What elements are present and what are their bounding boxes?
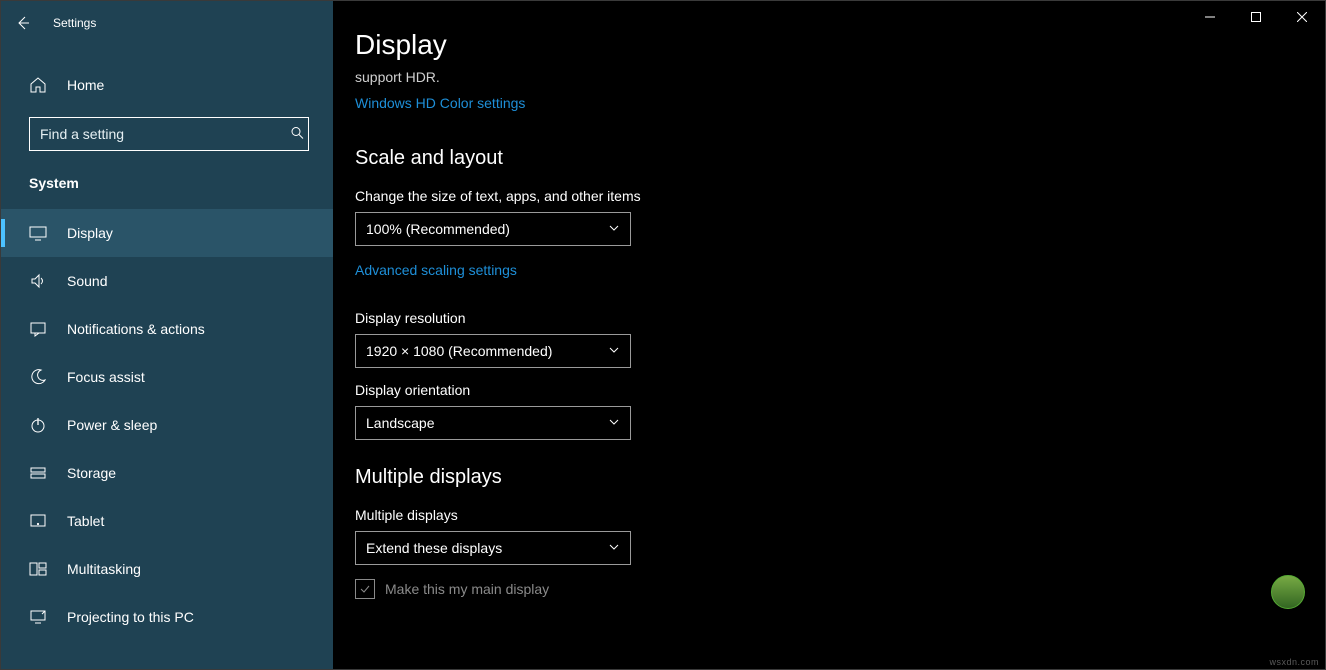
advanced-scaling-link[interactable]: Advanced scaling settings [355, 262, 517, 278]
minimize-icon [1205, 12, 1215, 22]
watermark: wsxdn.com [1269, 657, 1319, 667]
focus-icon [27, 368, 49, 386]
sidebar-home[interactable]: Home [1, 63, 333, 107]
avatar [1271, 575, 1305, 609]
sidebar-item-multitasking[interactable]: Multitasking [1, 545, 333, 593]
storage-icon [27, 464, 49, 482]
chevron-down-icon [608, 222, 620, 237]
back-arrow-icon [15, 15, 31, 31]
page-title: Display [355, 29, 1303, 61]
chevron-down-icon [608, 416, 620, 431]
resolution-label: Display resolution [355, 310, 1303, 326]
sidebar-item-power-sleep[interactable]: Power & sleep [1, 401, 333, 449]
power-icon [27, 416, 49, 434]
projecting-icon [27, 608, 49, 626]
orientation-value: Landscape [366, 415, 435, 431]
scale-layout-heading: Scale and layout [355, 147, 1303, 170]
maximize-icon [1251, 12, 1261, 22]
resolution-value: 1920 × 1080 (Recommended) [366, 343, 552, 359]
orientation-select[interactable]: Landscape [355, 406, 631, 440]
back-button[interactable] [1, 1, 45, 45]
scale-group: Change the size of text, apps, and other… [355, 188, 1303, 296]
sidebar-item-label: Display [67, 225, 113, 241]
sidebar-item-label: Storage [67, 465, 116, 481]
display-icon [27, 224, 49, 242]
window-title: Settings [53, 16, 96, 30]
multiple-displays-group: Multiple displays Extend these displays [355, 507, 1303, 565]
sidebar-item-storage[interactable]: Storage [1, 449, 333, 497]
tablet-icon [27, 512, 49, 530]
multiple-displays-heading: Multiple displays [355, 466, 1303, 489]
search-input[interactable] [29, 117, 309, 151]
hdr-subtext: support HDR. [355, 69, 1303, 85]
scale-value: 100% (Recommended) [366, 221, 510, 237]
home-label: Home [67, 77, 104, 93]
resolution-group: Display resolution 1920 × 1080 (Recommen… [355, 310, 1303, 368]
settings-window: Settings Home System Display Sound Notific… [0, 0, 1326, 670]
multiple-displays-label: Multiple displays [355, 507, 1303, 523]
minimize-button[interactable] [1187, 1, 1233, 33]
notifications-icon [27, 320, 49, 338]
main-display-checkbox-label: Make this my main display [385, 581, 549, 597]
main-display-checkbox-row: Make this my main display [355, 579, 1303, 599]
multiple-displays-select[interactable]: Extend these displays [355, 531, 631, 565]
hdr-color-settings-link[interactable]: Windows HD Color settings [355, 95, 525, 111]
sidebar-item-display[interactable]: Display [1, 209, 333, 257]
sidebar-item-sound[interactable]: Sound [1, 257, 333, 305]
sidebar-item-label: Sound [67, 273, 107, 289]
sidebar-item-focus-assist[interactable]: Focus assist [1, 353, 333, 401]
scale-select[interactable]: 100% (Recommended) [355, 212, 631, 246]
home-icon [27, 76, 49, 94]
close-button[interactable] [1279, 1, 1325, 33]
sidebar-item-label: Projecting to this PC [67, 609, 194, 625]
sidebar-item-label: Focus assist [67, 369, 145, 385]
sidebar-item-label: Power & sleep [67, 417, 157, 433]
maximize-button[interactable] [1233, 1, 1279, 33]
scale-label: Change the size of text, apps, and other… [355, 188, 1303, 204]
chevron-down-icon [608, 344, 620, 359]
sidebar-item-label: Multitasking [67, 561, 141, 577]
close-icon [1297, 12, 1307, 22]
main-display-checkbox[interactable] [355, 579, 375, 599]
chevron-down-icon [608, 541, 620, 556]
multitask-icon [27, 560, 49, 578]
multiple-displays-value: Extend these displays [366, 540, 502, 556]
sidebar-section-label: System [1, 175, 333, 191]
check-icon [359, 583, 371, 595]
sidebar-header: Settings [1, 1, 333, 45]
sidebar: Settings Home System Display Sound Notific… [1, 1, 333, 669]
orientation-label: Display orientation [355, 382, 1303, 398]
search-wrap [1, 107, 333, 161]
window-controls [1187, 1, 1325, 33]
resolution-select[interactable]: 1920 × 1080 (Recommended) [355, 334, 631, 368]
sound-icon [27, 272, 49, 290]
sidebar-item-label: Notifications & actions [67, 321, 205, 337]
sidebar-item-tablet[interactable]: Tablet [1, 497, 333, 545]
orientation-group: Display orientation Landscape [355, 382, 1303, 440]
sidebar-item-projecting-to-this-pc[interactable]: Projecting to this PC [1, 593, 333, 641]
sidebar-items: Display Sound Notifications & actions Focus… [1, 209, 333, 641]
sidebar-item-label: Tablet [67, 513, 104, 529]
content-area: Display support HDR. Windows HD Color se… [333, 1, 1325, 669]
sidebar-item-notifications-actions[interactable]: Notifications & actions [1, 305, 333, 353]
